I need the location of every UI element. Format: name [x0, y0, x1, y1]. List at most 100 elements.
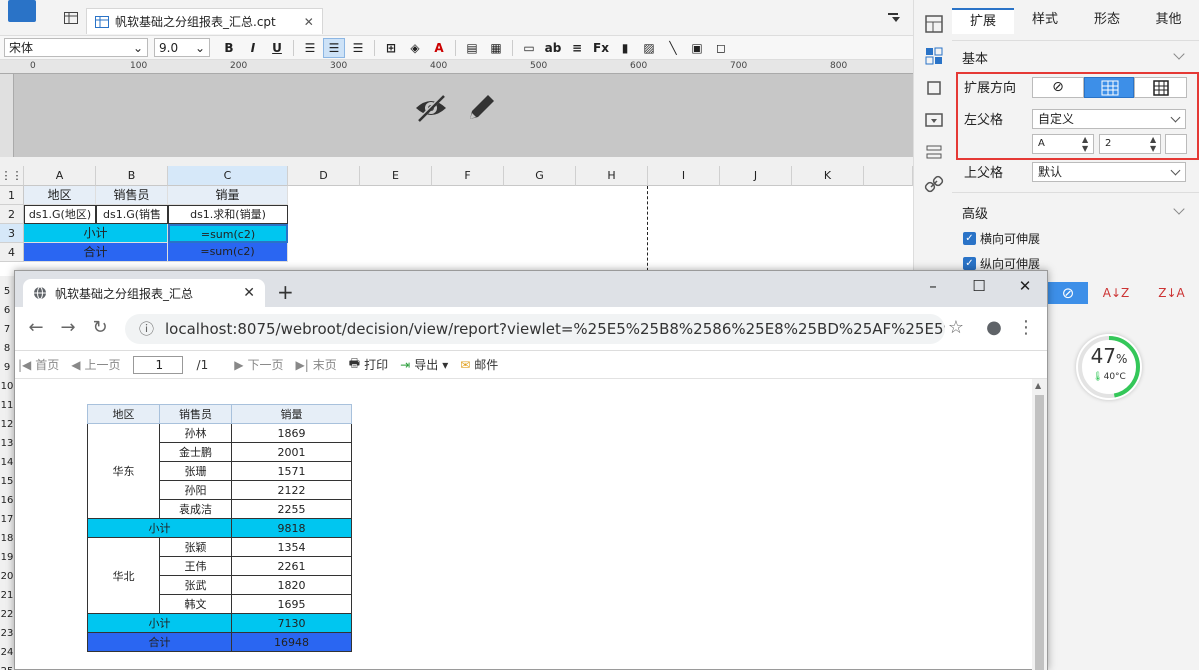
- text-icon[interactable]: ab: [542, 38, 564, 58]
- insert-cell-icon[interactable]: ▭: [518, 38, 540, 58]
- vertical-expand-button[interactable]: [1084, 77, 1134, 98]
- image-icon[interactable]: ▨: [638, 38, 660, 58]
- chevron-down-icon[interactable]: [1173, 48, 1185, 60]
- horizontal-expand-button[interactable]: [1134, 77, 1187, 98]
- new-tab-icon[interactable]: +: [277, 280, 294, 304]
- export-button[interactable]: 导出: [414, 356, 438, 373]
- row-header[interactable]: 10: [0, 377, 14, 396]
- vertical-scrollbar[interactable]: ▲: [1032, 379, 1047, 670]
- first-page-icon[interactable]: |◀: [18, 358, 31, 372]
- hyperlink-icon[interactable]: [924, 174, 944, 194]
- column-header[interactable]: A: [24, 166, 96, 186]
- cell-c3-selected[interactable]: =sum(c2): [168, 224, 288, 243]
- row-header[interactable]: 4: [0, 243, 24, 262]
- next-page-icon[interactable]: ▶: [234, 358, 243, 372]
- font-color-icon[interactable]: A: [428, 38, 450, 58]
- close-tab-icon[interactable]: ✕: [304, 15, 314, 29]
- row-header[interactable]: 19: [0, 548, 14, 567]
- first-page-button[interactable]: 首页: [35, 356, 59, 373]
- print-icon[interactable]: 🖶: [349, 354, 360, 375]
- row-header[interactable]: 16: [0, 491, 14, 510]
- row-header[interactable]: 11: [0, 396, 14, 415]
- bookmark-star-icon[interactable]: ☆: [945, 317, 967, 339]
- row-header[interactable]: 18: [0, 529, 14, 548]
- row-header[interactable]: 20: [0, 567, 14, 586]
- profile-avatar-icon[interactable]: ●: [983, 317, 1005, 339]
- cell-a1[interactable]: 地区: [24, 186, 96, 205]
- column-header[interactable]: F: [432, 166, 504, 186]
- slash-icon[interactable]: ╲: [662, 38, 684, 58]
- column-header[interactable]: B: [96, 166, 168, 186]
- last-page-button[interactable]: 末页: [313, 356, 337, 373]
- export-icon[interactable]: ⇥: [400, 358, 410, 372]
- unmerge-cells-icon[interactable]: ▦: [485, 38, 507, 58]
- left-parent-select[interactable]: 自定义: [1032, 109, 1186, 129]
- forward-icon[interactable]: →: [57, 317, 79, 339]
- cell-attribute-icon[interactable]: [924, 14, 944, 34]
- column-header[interactable]: G: [504, 166, 576, 186]
- cell-a2[interactable]: ds1.G(地区): [24, 205, 96, 224]
- column-header[interactable]: I: [648, 166, 720, 186]
- row-header[interactable]: 2: [0, 205, 24, 224]
- designer-logo-icon[interactable]: [8, 0, 36, 22]
- print-button[interactable]: 打印: [364, 356, 388, 373]
- pick-cell-icon[interactable]: [1165, 134, 1187, 154]
- rich-text-icon[interactable]: ≡: [566, 38, 588, 58]
- info-icon[interactable]: ⓘ: [139, 314, 154, 344]
- row-header[interactable]: 22: [0, 605, 14, 624]
- row-header[interactable]: 17: [0, 510, 14, 529]
- no-sort-icon[interactable]: ⊘: [1048, 282, 1088, 304]
- tab-shape[interactable]: 形态: [1076, 8, 1138, 34]
- sort-ascending-icon[interactable]: A↓Z: [1088, 282, 1144, 304]
- mail-button[interactable]: 邮件: [474, 356, 498, 373]
- close-icon[interactable]: ✕: [243, 285, 255, 301]
- edit-pencil-icon[interactable]: [466, 91, 498, 123]
- row-header[interactable]: 7: [0, 320, 14, 339]
- column-header[interactable]: H: [576, 166, 648, 186]
- cell-ab4[interactable]: 合计: [24, 243, 168, 262]
- font-size-select[interactable]: 9.0 ⌄: [154, 38, 210, 57]
- column-header[interactable]: J: [720, 166, 792, 186]
- no-expand-button[interactable]: ⊘: [1032, 77, 1084, 98]
- cell-c2[interactable]: ds1.求和(销量): [168, 205, 288, 224]
- cell-b1[interactable]: 销售员: [96, 186, 168, 205]
- row-stepper-icon[interactable]: ▲ ▼: [1150, 135, 1156, 153]
- font-family-select[interactable]: 宋体 ⌄: [4, 38, 148, 57]
- fill-color-icon[interactable]: ◈: [404, 38, 426, 58]
- mail-icon[interactable]: ✉: [460, 358, 470, 372]
- h-expand-checkbox[interactable]: ✓: [963, 232, 976, 245]
- tab-style[interactable]: 样式: [1014, 8, 1076, 34]
- file-tab[interactable]: 帆软基础之分组报表_汇总.cpt ✕: [86, 8, 323, 34]
- border-frame-icon[interactable]: [924, 78, 944, 98]
- condition-icon[interactable]: [924, 142, 944, 162]
- close-window-icon[interactable]: ✕: [1015, 277, 1035, 297]
- column-header[interactable]: K: [792, 166, 864, 186]
- maximize-icon[interactable]: ☐: [969, 277, 989, 297]
- tab-expand[interactable]: 扩展: [952, 8, 1014, 34]
- chevron-down-icon[interactable]: ▾: [442, 358, 448, 372]
- row-header[interactable]: 8: [0, 339, 14, 358]
- underline-button[interactable]: U: [266, 38, 288, 58]
- sort-descending-icon[interactable]: Z↓A: [1144, 282, 1199, 304]
- row-header[interactable]: 14: [0, 453, 14, 472]
- italic-button[interactable]: I: [242, 38, 264, 58]
- reload-icon[interactable]: ↻: [89, 317, 111, 339]
- column-stepper-icon[interactable]: ▲ ▼: [1082, 135, 1088, 153]
- align-center-icon[interactable]: ☰: [323, 37, 345, 58]
- column-header-empty[interactable]: [864, 166, 913, 186]
- menu-dots-icon[interactable]: ⋮: [1015, 317, 1037, 339]
- widget-icon[interactable]: [924, 110, 944, 130]
- frame-icon[interactable]: ◻: [710, 38, 732, 58]
- last-page-icon[interactable]: ▶|: [295, 358, 308, 372]
- row-header[interactable]: 9: [0, 358, 14, 377]
- back-icon[interactable]: ←: [25, 317, 47, 339]
- row-header[interactable]: 3: [0, 224, 24, 243]
- tab-menu-icon[interactable]: [887, 12, 901, 24]
- row-header[interactable]: 24: [0, 643, 14, 662]
- grid-view-icon[interactable]: [64, 12, 78, 24]
- row-header[interactable]: 5: [0, 282, 14, 301]
- row-header[interactable]: 21: [0, 586, 14, 605]
- minimize-icon[interactable]: –: [923, 277, 943, 297]
- page-number-input[interactable]: 1: [132, 355, 183, 374]
- chart-icon[interactable]: ▮: [614, 38, 636, 58]
